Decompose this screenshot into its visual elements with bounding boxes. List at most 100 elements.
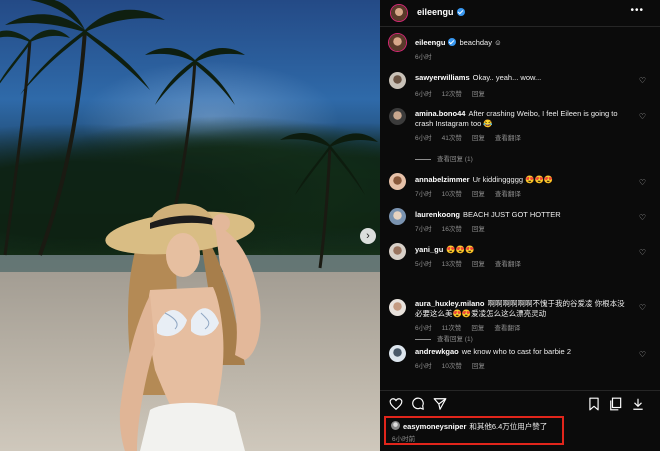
comment-likes[interactable]: 10次赞 — [442, 191, 462, 198]
reply-button[interactable]: 回复 — [472, 191, 485, 198]
likes-count-text[interactable]: 和其他6.4万位用户赞了 — [469, 422, 547, 431]
reply-button[interactable]: 回复 — [471, 325, 484, 332]
author-username[interactable]: eileengu — [417, 7, 465, 17]
commenter-avatar[interactable] — [389, 72, 406, 89]
comment-username[interactable]: laurenkoong — [415, 210, 460, 219]
reply-button[interactable]: 回复 — [472, 135, 485, 142]
comment-body: BEACH JUST GOT HOTTER — [463, 210, 561, 219]
comment-text: andrewkgao we know who to cast for barbie… — [415, 347, 630, 357]
view-replies[interactable]: 查看回复 (1) — [415, 153, 473, 163]
translate-link[interactable]: 查看翻译 — [494, 325, 520, 332]
comment-username[interactable]: aura_huxley.milano — [415, 299, 484, 308]
comment-meta: 6小时 12次赞 回复 — [415, 88, 495, 98]
caption-meta: 6小时 — [415, 51, 442, 61]
comment-time: 6小时 — [415, 363, 432, 370]
comment-likes[interactable]: 11次赞 — [442, 325, 462, 332]
bookmark-icon[interactable] — [587, 397, 601, 411]
caption-text: eileengu beachday ☺ — [415, 38, 630, 48]
reply-button[interactable]: 回复 — [472, 363, 485, 370]
share-icon[interactable] — [433, 397, 447, 411]
translate-link[interactable]: 查看翻译 — [495, 191, 521, 198]
comment-username[interactable]: annabelzimmer — [415, 175, 470, 184]
comment-text: laurenkoong BEACH JUST GOT HOTTER — [415, 210, 630, 220]
translate-link[interactable]: 查看翻译 — [495, 261, 521, 268]
heart-icon[interactable]: ♡ — [639, 213, 646, 222]
action-bar — [380, 390, 660, 415]
caption-username[interactable]: eileengu — [415, 38, 445, 47]
comment-body: Okay.. yeah... wow... — [472, 73, 542, 82]
author-avatar[interactable] — [391, 5, 407, 21]
post-time: 6小时前 — [392, 433, 425, 443]
commenter-avatar[interactable] — [389, 243, 406, 260]
comment-meta: 6小时 11次赞 回复 查看翻译 — [415, 322, 530, 332]
view-replies[interactable]: 查看回复 (1) — [415, 333, 473, 343]
commenter-avatar[interactable] — [389, 345, 406, 362]
comments-panel: eileengu ••• eileengu beachday ☺ 6小时 sawy… — [380, 0, 660, 451]
heart-icon[interactable]: ♡ — [639, 178, 646, 187]
caption-emoji: ☺ — [494, 38, 502, 47]
heart-icon[interactable]: ♡ — [639, 303, 646, 312]
comment-body: we know who to cast for barbie 2 — [461, 347, 571, 356]
heart-icon[interactable]: ♡ — [639, 112, 646, 121]
comment-likes[interactable]: 12次赞 — [442, 91, 462, 98]
commenter-avatar[interactable] — [389, 108, 406, 125]
comment-likes[interactable]: 16次赞 — [442, 226, 462, 233]
palm-tree-middle — [145, 48, 245, 209]
likes-summary-highlight: easymoneysniper 和其他6.4万位用户赞了 6小时前 — [384, 416, 564, 445]
comment-time: 5小时 — [415, 261, 432, 268]
comment-icon[interactable] — [411, 397, 425, 411]
post-photo[interactable]: › — [0, 0, 380, 451]
comment-likes[interactable]: 13次赞 — [442, 261, 462, 268]
heart-icon[interactable] — [389, 397, 403, 411]
comment-likes[interactable]: 41次赞 — [442, 135, 462, 142]
likes-summary-text: easymoneysniper 和其他6.4万位用户赞了 — [391, 421, 562, 432]
reply-button[interactable]: 回复 — [472, 91, 485, 98]
save-icon[interactable] — [609, 397, 623, 411]
person-in-sun-hat — [105, 203, 261, 451]
caption-body: beachday — [459, 38, 492, 47]
commenter-avatar[interactable] — [389, 208, 406, 225]
comment-text: yani_gu 😍😍😍 — [415, 245, 630, 255]
instagram-post-screenshot: › eileengu ••• eileengu beachday ☺ 6小时 sa… — [0, 0, 660, 451]
comment-meta: 5小时 13次赞 回复 查看翻译 — [415, 258, 531, 268]
heart-icon[interactable]: ♡ — [639, 76, 646, 85]
comment-body: 😍😍😍 — [446, 245, 475, 254]
translate-link[interactable]: 查看翻译 — [495, 135, 521, 142]
comment-time: 7小时 — [415, 226, 432, 233]
comment-text: amina.bono44 After crashing Weibo, I feel… — [415, 109, 630, 129]
comment-time: 6小时 — [415, 135, 432, 142]
author-username-text[interactable]: eileengu — [417, 7, 454, 17]
post-time-text: 6小时前 — [392, 436, 416, 443]
post-header: eileengu ••• — [380, 0, 660, 27]
reply-button[interactable]: 回复 — [472, 226, 485, 233]
commenter-avatar[interactable] — [389, 299, 406, 316]
liker-username[interactable]: easymoneysniper — [403, 422, 466, 431]
reply-button[interactable]: 回复 — [472, 261, 485, 268]
comment-text: sawyerwilliams Okay.. yeah... wow... — [415, 73, 630, 83]
verified-icon — [448, 38, 457, 46]
comment-username[interactable]: sawyerwilliams — [415, 73, 470, 82]
comment-time: 7小时 — [415, 191, 432, 198]
caption-avatar[interactable] — [389, 34, 406, 51]
download-icon[interactable] — [631, 397, 645, 411]
comment-username[interactable]: andrewkgao — [415, 347, 459, 356]
verified-icon — [456, 8, 465, 16]
comment-username[interactable]: amina.bono44 — [415, 109, 465, 118]
comment-meta: 6小时 41次赞 回复 查看翻译 — [415, 132, 531, 142]
comment-meta: 7小时 16次赞 回复 — [415, 223, 495, 233]
more-icon[interactable]: ••• — [630, 5, 644, 16]
comment-body: Ur kiddinggggg 😍😍😍 — [472, 175, 554, 184]
commenter-avatar[interactable] — [389, 173, 406, 190]
heart-icon[interactable]: ♡ — [639, 248, 646, 257]
comment-text: aura_huxley.milano 啊啊啊啊啊啊不愧于我的谷爱凌 你根本没必要这… — [415, 299, 630, 319]
comment-text: annabelzimmer Ur kiddinggggg 😍😍😍 — [415, 175, 630, 185]
comment-meta: 7小时 10次赞 回复 查看翻译 — [415, 188, 531, 198]
heart-icon[interactable]: ♡ — [639, 350, 646, 359]
next-arrow-icon[interactable]: › — [360, 228, 376, 244]
liker-avatar[interactable] — [391, 421, 400, 430]
palm-tree-right — [280, 133, 378, 269]
comment-likes[interactable]: 10次赞 — [442, 363, 462, 370]
comment-time: 6小时 — [415, 91, 432, 98]
comment-username[interactable]: yani_gu — [415, 245, 443, 254]
caption-time: 6小时 — [415, 54, 432, 61]
